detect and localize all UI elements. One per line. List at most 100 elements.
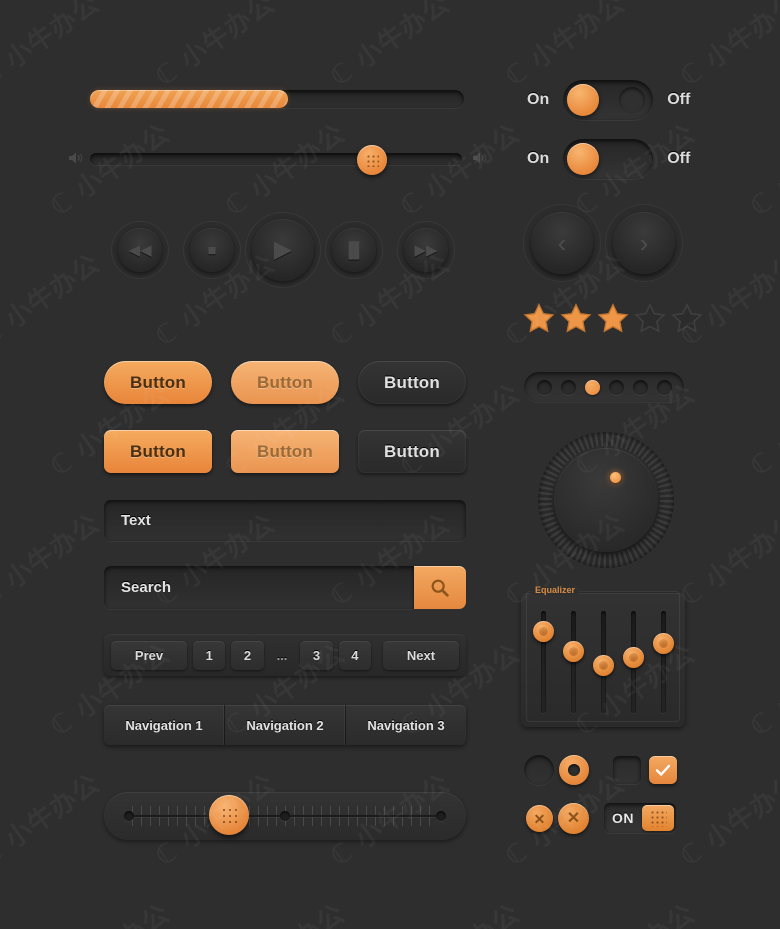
play-button[interactable]: ▶ bbox=[252, 219, 314, 281]
text-input[interactable]: Text bbox=[104, 500, 466, 541]
checkmark-icon bbox=[655, 764, 671, 776]
search-input[interactable]: Search bbox=[104, 579, 414, 596]
pager-dot-2[interactable] bbox=[560, 379, 576, 395]
pagination-page-3-label: 3 bbox=[312, 647, 321, 663]
eq-rail-2 bbox=[571, 611, 576, 713]
radio-button-checked[interactable] bbox=[559, 755, 589, 785]
button-rect-disabled[interactable]: Button bbox=[231, 430, 339, 473]
on-switch-handle[interactable] bbox=[642, 805, 674, 831]
checkbox-checked[interactable] bbox=[649, 756, 677, 784]
eq-slider-2[interactable] bbox=[563, 607, 584, 715]
rewind-icon: ◀◀ bbox=[128, 241, 152, 259]
radio-button-unchecked[interactable] bbox=[524, 755, 554, 785]
pager-dot-4[interactable] bbox=[608, 379, 624, 395]
nav-item-2-label: Navigation 2 bbox=[246, 717, 324, 733]
next-arrow-button[interactable]: › bbox=[613, 212, 675, 274]
eq-handle-2[interactable] bbox=[563, 641, 584, 662]
stop-icon: ■ bbox=[207, 241, 217, 259]
pause-button[interactable]: ▐▌ bbox=[332, 228, 376, 272]
eq-slider-1[interactable] bbox=[533, 607, 554, 715]
star-icon-filled-1[interactable] bbox=[522, 302, 556, 335]
eq-handle-3[interactable] bbox=[593, 655, 614, 676]
ruler-marker-end[interactable] bbox=[436, 811, 446, 821]
pagination-page-4[interactable]: 4 bbox=[338, 640, 371, 670]
nav-item-3[interactable]: Navigation 3 bbox=[346, 705, 466, 745]
toggle-1-off-label: Off bbox=[667, 91, 691, 108]
ruler-marker-start[interactable] bbox=[124, 811, 134, 821]
button-label: Button bbox=[130, 372, 186, 392]
volume-slider-track[interactable] bbox=[90, 145, 462, 175]
progress-bar-track[interactable] bbox=[90, 90, 464, 108]
equalizer-panel: Equalizer bbox=[521, 585, 685, 727]
ui-kit-canvas: ◀◀ ■ ▶ ▐▌ ▶▶ On Off On Off ‹ › Equalizer… bbox=[0, 0, 780, 929]
ruler-slider[interactable] bbox=[104, 792, 466, 840]
rotary-knob[interactable] bbox=[538, 432, 674, 568]
button-label: Button bbox=[384, 441, 440, 461]
toggle-switch-1[interactable]: On Off bbox=[527, 80, 690, 120]
on-switch[interactable]: ON bbox=[604, 803, 676, 833]
button-rect-dark[interactable]: Button bbox=[358, 430, 466, 473]
volume-slider-handle[interactable] bbox=[357, 145, 387, 175]
pagination-prev-label: Prev bbox=[134, 647, 164, 663]
rewind-button[interactable]: ◀◀ bbox=[118, 228, 162, 272]
pagination-page-2-label: 2 bbox=[243, 647, 252, 663]
ruler-marker-mid[interactable] bbox=[280, 811, 290, 821]
ruler-slider-handle[interactable] bbox=[209, 795, 249, 835]
toggle-1-knob[interactable] bbox=[567, 84, 600, 116]
toggle-switch-2[interactable]: On Off bbox=[527, 139, 690, 179]
eq-rail-5 bbox=[661, 611, 666, 713]
eq-slider-4[interactable] bbox=[623, 607, 644, 715]
star-icon-filled-2[interactable] bbox=[559, 302, 593, 335]
nav-item-1[interactable]: Navigation 1 bbox=[104, 705, 225, 745]
close-button-small[interactable]: ✕ bbox=[526, 805, 553, 832]
volume-slider[interactable] bbox=[68, 145, 488, 175]
dot-pagination[interactable] bbox=[524, 372, 684, 402]
button-pill-dark[interactable]: Button bbox=[358, 361, 466, 404]
pagination-next[interactable]: Next bbox=[382, 640, 460, 670]
pager-dot-1[interactable] bbox=[536, 379, 552, 395]
grip-dots-icon bbox=[220, 806, 238, 824]
chevron-left-icon: ‹ bbox=[557, 228, 567, 258]
pager-dot-3-active[interactable] bbox=[584, 379, 600, 395]
toggle-1-track[interactable] bbox=[563, 80, 654, 120]
equalizer-title: Equalizer bbox=[531, 585, 580, 595]
eq-handle-1[interactable] bbox=[533, 621, 554, 642]
pagination-page-2[interactable]: 2 bbox=[231, 640, 264, 670]
nav-item-2[interactable]: Navigation 2 bbox=[225, 705, 346, 745]
pager-dot-6[interactable] bbox=[656, 379, 672, 395]
checkbox-unchecked[interactable] bbox=[613, 756, 641, 784]
star-rating[interactable] bbox=[522, 302, 704, 335]
previous-arrow-button[interactable]: ‹ bbox=[531, 212, 593, 274]
star-icon-filled-3[interactable] bbox=[596, 302, 630, 335]
pager-dot-5[interactable] bbox=[632, 379, 648, 395]
star-icon-empty-5[interactable] bbox=[670, 302, 704, 335]
close-button-large[interactable]: ✕ bbox=[558, 803, 589, 834]
pagination-page-1-label: 1 bbox=[205, 647, 213, 663]
star-icon-empty-4[interactable] bbox=[633, 302, 667, 335]
speaker-icon-right bbox=[472, 150, 488, 166]
grip-dots-icon bbox=[649, 809, 667, 827]
fast-forward-icon: ▶▶ bbox=[414, 241, 438, 259]
eq-slider-5[interactable] bbox=[653, 607, 674, 715]
search-button[interactable] bbox=[414, 566, 466, 609]
pagination-page-1[interactable]: 1 bbox=[193, 640, 226, 670]
toggle-2-track[interactable] bbox=[563, 139, 654, 179]
toggle-1-on-label: On bbox=[527, 91, 550, 108]
pause-icon: ▐▌ bbox=[343, 241, 365, 259]
knob-face[interactable] bbox=[554, 448, 658, 552]
toggle-2-off-label: Off bbox=[667, 150, 691, 167]
toggle-2-knob[interactable] bbox=[567, 143, 600, 175]
eq-slider-3[interactable] bbox=[593, 607, 614, 715]
pagination-prev[interactable]: Prev bbox=[111, 640, 188, 670]
button-label: Button bbox=[384, 372, 440, 392]
grip-dots-icon bbox=[365, 153, 379, 167]
eq-handle-5[interactable] bbox=[653, 633, 674, 654]
button-pill-disabled[interactable]: Button bbox=[231, 361, 339, 404]
button-rect-primary[interactable]: Button bbox=[104, 430, 212, 473]
pagination-page-3[interactable]: 3 bbox=[300, 640, 333, 670]
stop-button[interactable]: ■ bbox=[190, 228, 234, 272]
toggle-2-on-label: On bbox=[527, 150, 550, 167]
eq-handle-4[interactable] bbox=[623, 647, 644, 668]
fast-forward-button[interactable]: ▶▶ bbox=[404, 228, 448, 272]
button-pill-primary[interactable]: Button bbox=[104, 361, 212, 404]
